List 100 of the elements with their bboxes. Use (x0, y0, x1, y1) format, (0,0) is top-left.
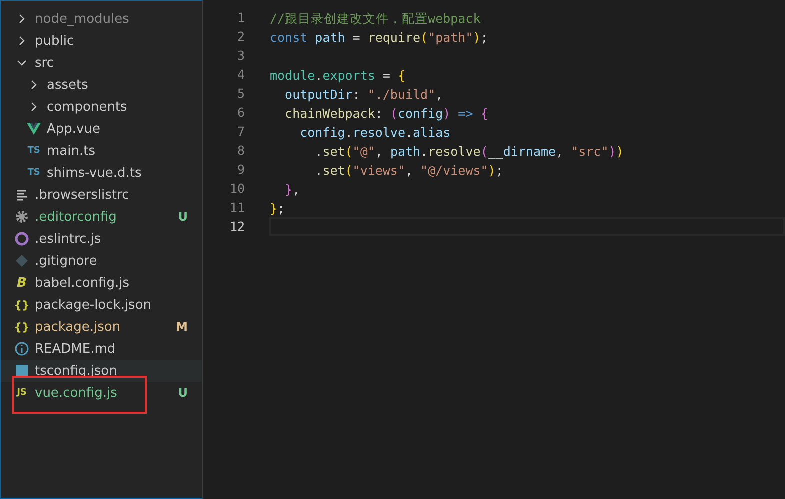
file-name: public (35, 34, 76, 48)
file-item[interactable]: .editorconfig U (1, 206, 202, 228)
code-token: exports (322, 67, 376, 83)
code-token: path (390, 143, 421, 159)
gear-icon (14, 209, 30, 225)
code-token: ( (420, 29, 428, 45)
file-item[interactable]: .eslintrc.js (1, 228, 202, 250)
folder-item[interactable]: src (1, 52, 202, 74)
line-number: 9 (236, 162, 246, 177)
code-token: . (345, 124, 353, 140)
code-token: , (292, 181, 300, 197)
file-name: package-lock.json (35, 298, 153, 312)
file-item[interactable]: TS main.ts (1, 140, 202, 162)
git-status-label: U (178, 386, 188, 400)
code-token: . (314, 162, 323, 178)
code-token: { (480, 105, 488, 121)
code-token: config (299, 124, 346, 140)
ring-icon (14, 231, 30, 247)
line-number: 6 (236, 105, 246, 120)
code-token: ; (480, 29, 488, 45)
file-item[interactable]: App.vue (1, 118, 202, 140)
code-token: ) (488, 162, 496, 178)
file-item[interactable]: .browserslistrc (1, 184, 202, 206)
line-number: 12 (228, 219, 246, 234)
code-token: set (322, 162, 346, 178)
code-token: require (368, 29, 421, 45)
file-type-icon: B (17, 276, 27, 290)
file-name: node_modules (35, 12, 130, 26)
folder-item[interactable]: public (1, 30, 202, 52)
code-token: ( (390, 105, 398, 121)
line-number: 3 (236, 48, 246, 63)
line-number: 7 (236, 124, 246, 139)
code-token: ; (278, 200, 286, 216)
code-token: . (314, 143, 323, 159)
file-name: main.ts (47, 144, 96, 158)
code-token: "path" (428, 29, 474, 45)
line-number: 5 (236, 86, 246, 101)
code-token: "./build" (368, 86, 436, 102)
file-item[interactable]: .gitignore (1, 250, 202, 272)
folder-item[interactable]: node_modules (1, 8, 202, 30)
folder-item[interactable]: components (1, 96, 202, 118)
v-logo-icon (26, 121, 42, 137)
code-token: ) (608, 143, 616, 159)
code-token: "views" (352, 162, 406, 178)
code-token: = (352, 29, 362, 45)
folder-item[interactable]: assets (1, 74, 202, 96)
file-name: src (35, 56, 55, 70)
code-token: "src" (571, 143, 609, 159)
file-name: App.vue (47, 122, 102, 136)
code-token: resolve (428, 143, 481, 159)
code-token: ( (345, 143, 353, 159)
file-item[interactable]: TS shims-vue.d.ts (1, 162, 202, 184)
code-token: ) (473, 29, 481, 45)
code-token: __dirname (488, 143, 556, 159)
file-item[interactable]: {} package.json M (1, 316, 202, 338)
file-item[interactable]: B babel.config.js (1, 272, 202, 294)
code-token: ( (345, 162, 353, 178)
code-token: } (270, 200, 278, 216)
code-token: = (382, 67, 392, 83)
file-type-icon: TS (28, 146, 40, 156)
line-number: 10 (228, 181, 246, 196)
code-token: => (457, 105, 474, 121)
code-token: chainWebpack (284, 105, 376, 121)
file-name: vue.config.js (35, 386, 118, 400)
file-name: tsconfig.json (35, 364, 118, 378)
file-name: .gitignore (35, 254, 98, 268)
braces-icon: {} (14, 320, 30, 334)
file-name: package.json (35, 320, 122, 334)
code-token: : (352, 86, 362, 102)
code-token: alias (413, 124, 451, 140)
file-name: README.md (35, 342, 117, 356)
code-token: } (284, 181, 293, 197)
code-token: , (556, 143, 565, 159)
file-name: .editorconfig (35, 210, 118, 224)
file-item[interactable]: {} package-lock.json (1, 294, 202, 316)
code-token: ) (616, 143, 624, 159)
code-token: "@/views" (420, 162, 488, 178)
code-token: const (270, 29, 308, 45)
line-number: 8 (236, 143, 246, 158)
file-name: assets (47, 78, 90, 92)
code-token: ( (480, 143, 488, 159)
code-token: : (375, 105, 384, 121)
file-type-icon: TS (28, 168, 40, 178)
code-token: { (398, 67, 406, 83)
code-token: set (322, 143, 346, 159)
code-token: , (436, 86, 444, 102)
info-icon (14, 341, 30, 357)
line-number: 2 (236, 29, 246, 44)
code-token: ) (443, 105, 451, 121)
line-number: 11 (228, 200, 246, 215)
file-item[interactable]: tsconfig.json (1, 360, 202, 382)
code-token: resolve (352, 124, 406, 140)
file-item[interactable]: README.md (1, 338, 202, 360)
code-token: ; (496, 162, 504, 178)
git-status-label: M (176, 320, 188, 334)
file-name: .browserslistrc (35, 188, 130, 202)
code-token: . (315, 67, 323, 83)
file-item[interactable]: JS vue.config.js U (1, 382, 202, 404)
line-number: 4 (236, 67, 246, 82)
code-token: , (405, 162, 414, 178)
